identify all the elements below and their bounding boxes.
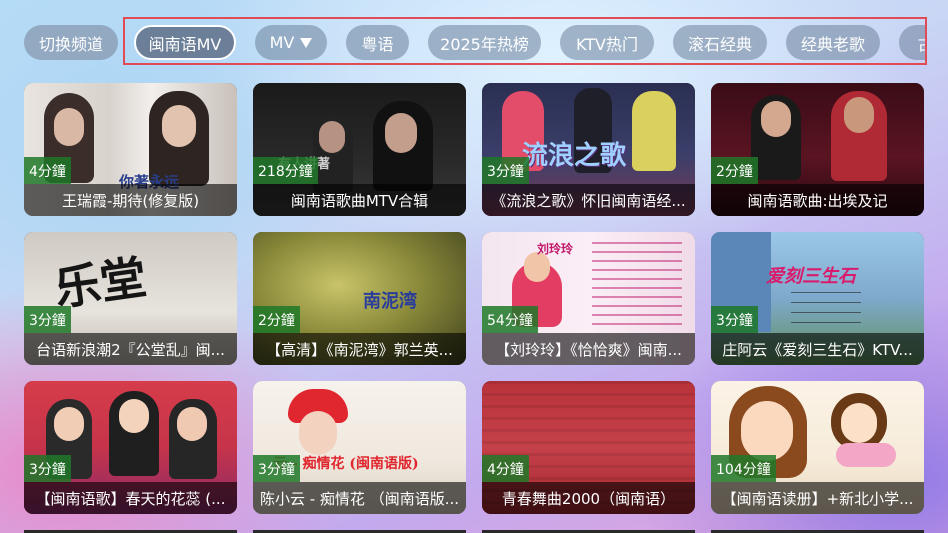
tab-label: 滚石经典 — [687, 34, 752, 54]
video-card[interactable]: 南泥湾 2分鐘 【高清】《南泥湾》郭兰英... — [253, 232, 466, 365]
tab-ktv-hot[interactable]: KTV热门 — [560, 25, 654, 60]
video-title: 《流浪之歌》怀旧闽南语经... — [482, 184, 695, 216]
video-title: 【高清】《南泥湾》郭兰英... — [253, 333, 466, 365]
video-card[interactable]: 4分鐘 青春舞曲2000（闽南语） — [482, 381, 695, 514]
channel-bar: 切换频道 闽南语MV MV 粤语 2025年热榜 KTV热门 滚石经典 经典老歌… — [0, 0, 948, 84]
video-title: 青春舞曲2000（闽南语） — [482, 482, 695, 514]
duration-badge: 4分鐘 — [24, 157, 71, 184]
tab-label: 闽南语MV — [148, 34, 222, 54]
video-card[interactable]: 有人讲著 218分鐘 闽南语歌曲MTV合辑 — [253, 83, 466, 216]
video-title: 庄阿云《爱刻三生石》KTV... — [711, 333, 924, 365]
duration-badge: 2分鐘 — [711, 157, 758, 184]
video-card[interactable]: 流浪之歌 3分鐘 《流浪之歌》怀旧闽南语经... — [482, 83, 695, 216]
video-card[interactable]: 刘玲玲 54分鐘 【刘玲玲】《恰恰爽》闽南... — [482, 232, 695, 365]
thumbnail-overlay-text: 爱刻三生石 — [766, 266, 856, 287]
tab-cantonese[interactable]: 粤语 — [346, 25, 409, 60]
tab-label: 2025年热榜 — [440, 34, 529, 54]
duration-badge: 218分鐘 — [253, 157, 318, 184]
video-card[interactable]: 104分鐘 【闽南语读册】+新北小学... — [711, 381, 924, 514]
thumbnail-overlay-text: 流浪之歌 — [522, 141, 627, 171]
duration-badge: 3分鐘 — [24, 306, 71, 333]
video-card[interactable]: 爱刻三生石 3分鐘 庄阿云《爱刻三生石》KTV... — [711, 232, 924, 365]
video-title: 台语新浪潮2『公堂乱』闽... — [24, 333, 237, 365]
duration-badge: 54分鐘 — [482, 306, 538, 333]
video-card[interactable]: 乐堂 3分鐘 台语新浪潮2『公堂乱』闽... — [24, 232, 237, 365]
filter-icon — [300, 37, 313, 48]
tab-label: MV — [269, 33, 295, 52]
video-card[interactable]: 2分鐘 闽南语歌曲:出埃及记 — [711, 83, 924, 216]
video-title: 闽南语歌曲:出埃及记 — [711, 184, 924, 216]
tab-old-classic[interactable]: 经典老歌 — [786, 25, 880, 60]
tab-rock-classic[interactable]: 滚石经典 — [673, 25, 767, 60]
thumbnail-overlay-text: 刘玲玲 — [537, 242, 574, 256]
tab-mv[interactable]: MV — [255, 25, 327, 60]
video-title: 【闽南语读册】+新北小学... — [711, 482, 924, 514]
category-tabs: 闽南语MV MV 粤语 2025年热榜 KTV热门 滚石经典 经典老歌 古风MV — [134, 25, 925, 60]
tab-2025-hot[interactable]: 2025年热榜 — [428, 25, 541, 60]
tab-label: 粤语 — [361, 34, 394, 54]
switch-channel-button[interactable]: 切换频道 — [24, 25, 118, 60]
thumbnail-overlay-text: 南泥湾 — [363, 291, 417, 312]
tab-label: 经典老歌 — [800, 34, 865, 54]
duration-badge: 4分鐘 — [482, 455, 529, 482]
video-title: 【闽南语歌】春天的花蕊 (... — [24, 482, 237, 514]
tab-ancient-style-mv[interactable]: 古风MV — [899, 25, 925, 60]
video-title: 王瑞霞-期待(修复版) — [24, 184, 237, 216]
video-title: 陈小云 - 痴情花 （闽南语版... — [253, 482, 466, 514]
tab-minnan-mv[interactable]: 闽南语MV — [134, 25, 236, 60]
duration-badge: 3分鐘 — [253, 455, 300, 482]
duration-badge: 2分鐘 — [253, 306, 300, 333]
duration-badge: 104分鐘 — [711, 455, 776, 482]
category-tabs-highlight: 闽南语MV MV 粤语 2025年热榜 KTV热门 滚石经典 经典老歌 古风MV — [123, 17, 927, 65]
video-card[interactable]: 3分鐘 【闽南语歌】春天的花蕊 (... — [24, 381, 237, 514]
video-card[interactable]: 你著永远 4分鐘 王瑞霞-期待(修复版) — [24, 83, 237, 216]
duration-badge: 3分鐘 — [711, 306, 758, 333]
tab-label: 古风MV — [918, 31, 925, 55]
video-card[interactable]: 云 - 痴情花 (闽南语版) 3分鐘 陈小云 - 痴情花 （闽南语版... — [253, 381, 466, 514]
video-title: 【刘玲玲】《恰恰爽》闽南... — [482, 333, 695, 365]
duration-badge: 3分鐘 — [482, 157, 529, 184]
video-title: 闽南语歌曲MTV合辑 — [253, 184, 466, 216]
tab-label: KTV热门 — [576, 34, 638, 54]
duration-badge: 3分鐘 — [24, 455, 71, 482]
